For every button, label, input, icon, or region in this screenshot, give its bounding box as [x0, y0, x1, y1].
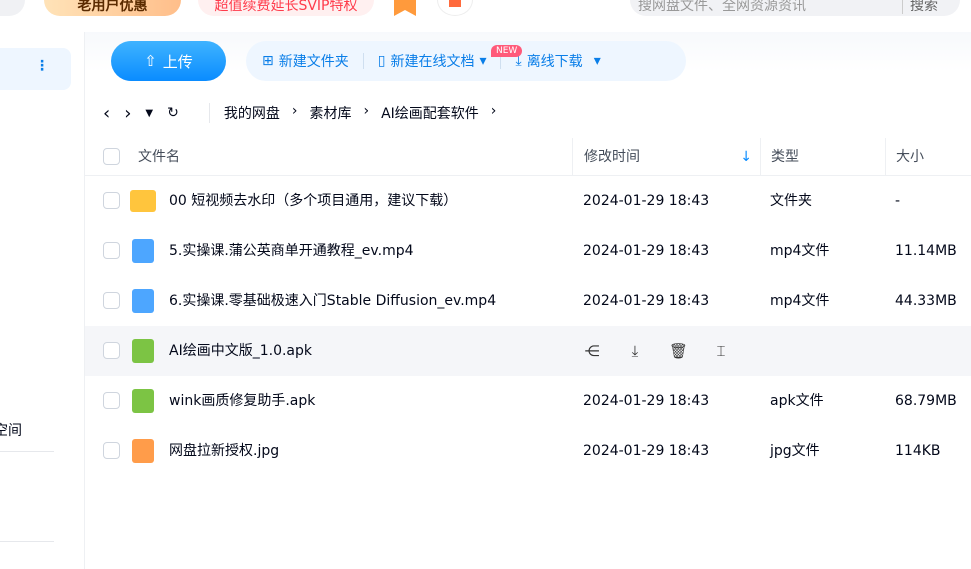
upload-icon: ⇧ [144, 52, 157, 70]
new-doc-label: 新建在线文档 [390, 54, 475, 70]
file-size: - [895, 193, 901, 209]
file-name[interactable]: 00 短视频去水印（多个项目通用，建议下载） [169, 176, 457, 226]
gift-icon [449, 0, 461, 7]
search-button[interactable]: 搜索 [910, 0, 938, 28]
bookmark-icon[interactable] [394, 0, 416, 16]
svip-promo[interactable]: 超值续费延长SVIP特权 [198, 0, 374, 16]
file-modified: 2024-01-29 18:43 [583, 293, 710, 309]
delete-icon[interactable]: 🗑 [669, 342, 688, 360]
search-input[interactable]: 搜网盘文件、全网资源资讯 搜索 [630, 0, 960, 16]
main-panel: ⇧ 上传 ⊞ 新建文件夹 ▯ 新建在线文档 ▾ ⤓ 离线下载 ▾ NEW ‹ › ▼ ↻ 我… [85, 32, 971, 569]
chevron-down-icon: ▾ [479, 53, 487, 69]
apk-file-icon [132, 339, 154, 363]
row-checkbox[interactable] [103, 242, 120, 259]
offline-label: 离线下载 [526, 54, 583, 70]
crumb-item[interactable]: 素材库 [309, 103, 351, 123]
file-size: 114KB [895, 443, 941, 459]
new-doc-button[interactable]: ▯ 新建在线文档 ▾ [378, 51, 487, 71]
crumb-item[interactable]: AI绘画配套软件 [381, 103, 479, 123]
select-all-checkbox[interactable] [103, 148, 120, 165]
share-icon[interactable]: ⋲ [583, 342, 601, 360]
file-size: 44.33MB [895, 293, 957, 309]
history-dropdown-icon[interactable]: ▼ [145, 108, 153, 119]
file-name[interactable]: 5.实操课.蒲公英商单开通教程_ev.mp4 [169, 226, 414, 276]
sidebar: ⋮ 空间 [0, 32, 85, 569]
file-type: mp4文件 [770, 293, 830, 309]
forward-icon[interactable]: › [124, 103, 131, 124]
file-type: apk文件 [770, 393, 824, 409]
col-name[interactable]: 文件名 [138, 138, 180, 176]
search-placeholder: 搜网盘文件、全网资源资讯 [638, 0, 806, 14]
new-badge: NEW [491, 45, 523, 57]
image-file-icon [132, 439, 154, 463]
more-icon[interactable]: ⋮ [35, 58, 49, 74]
file-modified: 2024-01-29 18:43 [583, 243, 710, 259]
crumb-item[interactable]: 我的网盘 [224, 103, 280, 123]
gift-button[interactable] [437, 0, 473, 16]
folder-icon [130, 190, 156, 212]
file-row[interactable]: wink画质修复助手.apk 2024-01-29 18:43 apk文件 68.79… [85, 376, 971, 426]
col-modified[interactable]: 修改时间 ↓ [572, 138, 760, 176]
folder-plus-icon: ⊞ [262, 53, 274, 69]
video-file-icon [132, 239, 154, 263]
file-type: jpg文件 [770, 443, 820, 459]
download-icon[interactable]: ⤓ [626, 342, 644, 360]
file-size: 68.79MB [895, 393, 957, 409]
top-pill[interactable] [0, 0, 25, 16]
file-modified: 2024-01-29 18:43 [583, 393, 710, 409]
file-row[interactable]: 6.实操课.零基础极速入门Stable Diffusion_ev.mp4 2024… [85, 276, 971, 326]
old-user-promo[interactable]: 老用户优惠 [44, 0, 181, 16]
row-checkbox[interactable] [103, 442, 120, 459]
nav-bar: ‹ › ▼ ↻ 我的网盘 › 素材库 › AI绘画配套软件 › [103, 100, 496, 126]
apk-file-icon [132, 389, 154, 413]
sort-down-icon: ↓ [740, 149, 752, 165]
upload-button[interactable]: ⇧ 上传 [111, 41, 226, 81]
row-checkbox[interactable] [103, 292, 120, 309]
file-row[interactable]: 网盘拉新授权.jpg 2024-01-29 18:43 jpg文件 114KB [85, 426, 971, 476]
new-folder-label: 新建文件夹 [278, 54, 349, 70]
table-header: 文件名 修改时间 ↓ 类型 大小 [85, 138, 971, 176]
file-row[interactable]: 00 短视频去水印（多个项目通用，建议下载） 2024-01-29 18:43 文件… [85, 176, 971, 226]
row-checkbox[interactable] [103, 192, 120, 209]
refresh-icon[interactable]: ↻ [167, 105, 179, 121]
file-row[interactable]: 5.实操课.蒲公英商单开通教程_ev.mp4 2024-01-29 18:43 mp… [85, 226, 971, 276]
col-size[interactable]: 大小 [885, 138, 971, 176]
file-row[interactable]: AI绘画中文版_1.0.apk ⋲ ⤓ 🗑 ⌶ [85, 326, 971, 376]
back-icon[interactable]: ‹ [103, 103, 110, 124]
breadcrumb: 我的网盘 › 素材库 › AI绘画配套软件 › [208, 103, 496, 123]
top-bar: 老用户优惠 超值续费延长SVIP特权 搜网盘文件、全网资源资讯 搜索 [0, 0, 971, 32]
file-modified: 2024-01-29 18:43 [583, 193, 710, 209]
file-size: 11.14MB [895, 243, 957, 259]
toolbar: ⊞ 新建文件夹 ▯ 新建在线文档 ▾ ⤓ 离线下载 ▾ NEW [246, 41, 686, 81]
sidebar-active-item[interactable]: ⋮ [0, 48, 71, 90]
offline-download-button[interactable]: ⤓ 离线下载 ▾ [515, 51, 600, 71]
divider [0, 451, 54, 452]
file-name[interactable]: 6.实操课.零基础极速入门Stable Diffusion_ev.mp4 [169, 276, 496, 326]
video-file-icon [132, 289, 154, 313]
sidebar-item-space[interactable]: 空间 [0, 420, 22, 440]
doc-plus-icon: ▯ [377, 53, 386, 69]
file-type: mp4文件 [770, 243, 830, 259]
file-name[interactable]: AI绘画中文版_1.0.apk [169, 326, 312, 376]
file-name[interactable]: 网盘拉新授权.jpg [169, 426, 279, 476]
new-folder-button[interactable]: ⊞ 新建文件夹 [262, 51, 349, 71]
row-checkbox[interactable] [103, 392, 120, 409]
rename-icon[interactable]: ⌶ [712, 342, 730, 360]
file-name[interactable]: wink画质修复助手.apk [169, 376, 315, 426]
file-modified: 2024-01-29 18:43 [583, 443, 710, 459]
file-type: 文件夹 [770, 193, 812, 209]
col-type[interactable]: 类型 [760, 138, 885, 176]
chevron-down-icon: ▾ [593, 53, 601, 69]
divider [0, 541, 54, 542]
row-checkbox[interactable] [103, 342, 120, 359]
upload-label: 上传 [162, 52, 193, 71]
